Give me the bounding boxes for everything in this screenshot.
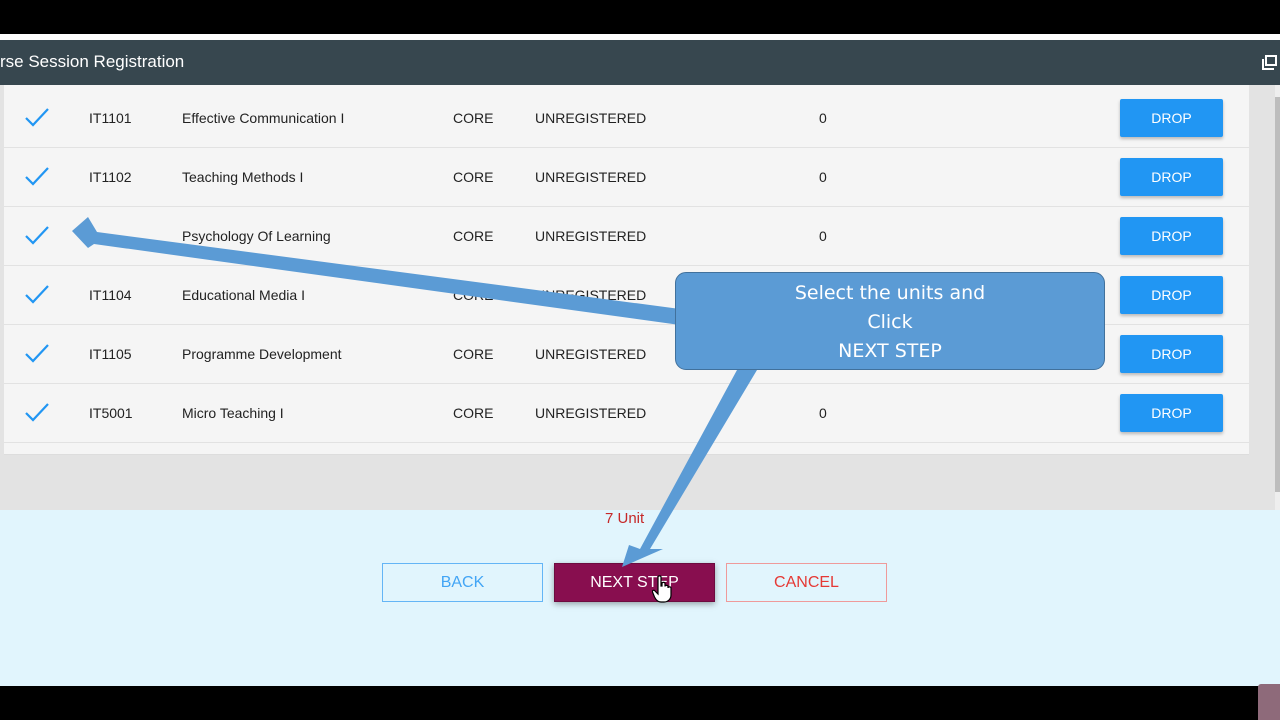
select-checkbox[interactable] <box>24 266 52 324</box>
unit-status: UNREGISTERED <box>535 346 647 362</box>
unit-type: CORE <box>453 169 494 185</box>
units-table: IT1101 Effective Communication I CORE UNREG… <box>4 85 1249 455</box>
select-checkbox[interactable] <box>24 89 52 147</box>
drop-button[interactable]: DROP <box>1120 217 1223 255</box>
checkmark-icon <box>25 344 49 363</box>
checkmark-icon <box>25 226 49 245</box>
page-title: rse Session Registration <box>0 52 185 71</box>
unit-type: CORE <box>453 110 494 126</box>
unit-count: 0 <box>819 405 827 421</box>
page-header: rse Session Registration <box>0 40 1280 85</box>
unit-name: Effective Communication I <box>182 110 345 126</box>
restore-window-icon[interactable] <box>1262 55 1277 70</box>
video-letterbox-top <box>0 0 1280 34</box>
checkmark-icon <box>25 285 49 304</box>
drop-button[interactable]: DROP <box>1120 394 1223 432</box>
unit-type: CORE <box>453 228 494 244</box>
drop-button[interactable]: DROP <box>1120 335 1223 373</box>
select-checkbox[interactable] <box>24 325 52 383</box>
unit-status: UNREGISTERED <box>535 287 647 303</box>
video-letterbox-bottom <box>0 686 1280 720</box>
unit-code: IT1105 <box>89 346 132 362</box>
unit-count: 0 <box>819 110 827 126</box>
unit-type: CORE <box>453 287 494 303</box>
unit-name: Psychology Of Learning <box>182 228 331 244</box>
checkmark-icon <box>25 167 49 186</box>
units-total: 7 Unit <box>605 510 645 527</box>
channel-thumbnail <box>1258 684 1280 720</box>
table-row: Psychology Of Learning CORE UNREGISTERED 0 D… <box>4 207 1249 266</box>
table-row: IT5001 Micro Teaching I CORE UNREGISTERED 0 D… <box>4 384 1249 443</box>
checkmark-icon <box>25 108 49 127</box>
callout-line-1: Select the units and <box>794 282 986 304</box>
unit-name: Programme Development <box>182 346 342 362</box>
unit-status: UNREGISTERED <box>535 169 647 185</box>
unit-type: CORE <box>453 405 494 421</box>
footer-actions: 7 Unit BACK NEXT STEP CANCEL <box>0 510 1280 686</box>
unit-status: UNREGISTERED <box>535 228 647 244</box>
unit-count: 0 <box>819 169 827 185</box>
unit-status: UNREGISTERED <box>535 405 647 421</box>
scrollbar[interactable] <box>1275 85 1280 510</box>
callout-line-3: NEXT STEP <box>838 340 942 362</box>
table-row: IT1101 Effective Communication I CORE UNREG… <box>4 89 1249 148</box>
unit-type: CORE <box>453 346 494 362</box>
callout-line-2: Click <box>867 311 913 333</box>
unit-name: Micro Teaching I <box>182 405 284 421</box>
unit-code: IT1102 <box>89 169 132 185</box>
next-step-button[interactable]: NEXT STEP <box>554 563 715 602</box>
checkmark-icon <box>25 403 49 422</box>
select-checkbox[interactable] <box>24 148 52 206</box>
instruction-callout: Select the units and Click NEXT STEP <box>675 272 1105 370</box>
unit-name: Educational Media I <box>182 287 305 303</box>
unit-status: UNREGISTERED <box>535 110 647 126</box>
drop-button[interactable]: DROP <box>1120 99 1223 137</box>
cancel-button[interactable]: CANCEL <box>726 563 887 602</box>
hand-cursor-icon <box>652 575 672 603</box>
back-button[interactable]: BACK <box>382 563 543 602</box>
drop-button[interactable]: DROP <box>1120 276 1223 314</box>
unit-name: Teaching Methods I <box>182 169 304 185</box>
unit-code: IT1104 <box>89 287 132 303</box>
select-checkbox[interactable] <box>24 384 52 442</box>
unit-code: IT1101 <box>89 110 132 126</box>
table-row: IT1102 Teaching Methods I CORE UNREGISTERED… <box>4 148 1249 207</box>
drop-button[interactable]: DROP <box>1120 158 1223 196</box>
unit-count: 0 <box>819 228 827 244</box>
scrollbar-thumb[interactable] <box>1275 97 1280 492</box>
select-checkbox[interactable] <box>24 207 52 265</box>
unit-code: IT5001 <box>89 405 133 421</box>
